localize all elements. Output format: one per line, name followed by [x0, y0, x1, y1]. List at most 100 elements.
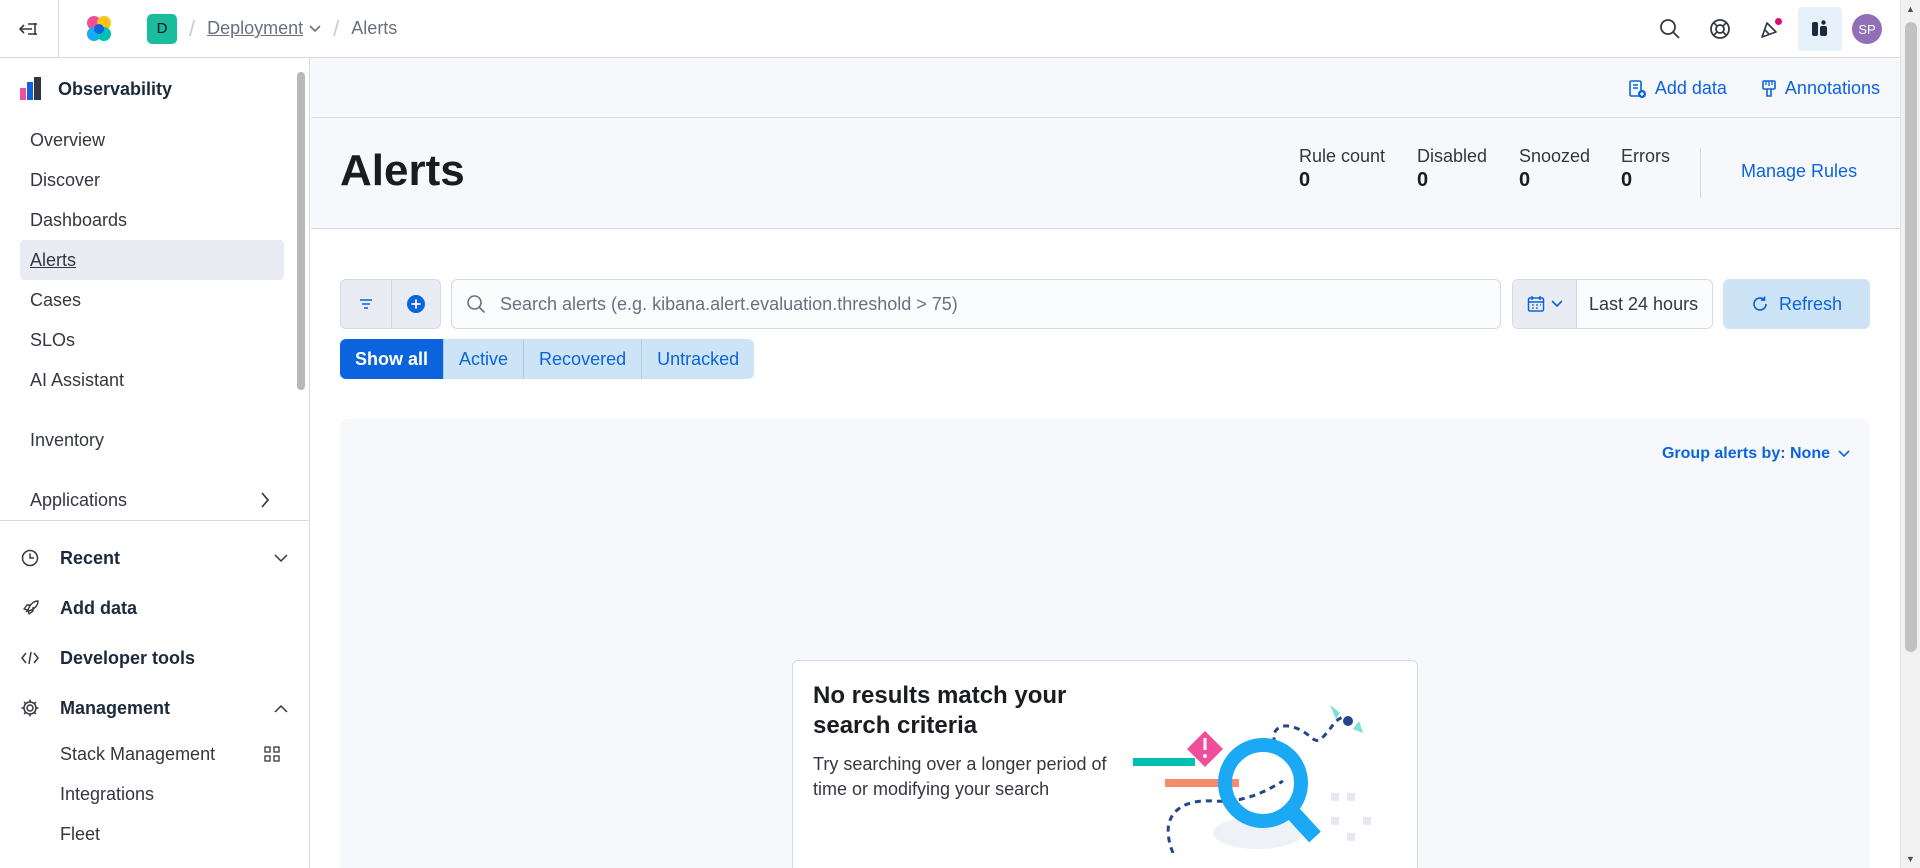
nav-item-integrations[interactable]: Integrations	[60, 774, 300, 814]
page-scrollbar-thumb[interactable]	[1905, 22, 1917, 652]
brush-icon	[1762, 79, 1776, 97]
stat-snoozed: Snoozed 0	[1519, 146, 1621, 192]
date-picker: Last 24 hours	[1512, 279, 1713, 329]
nav-item-applications-label: Applications	[30, 490, 128, 510]
nav-section-management-label: Management	[60, 697, 171, 718]
nav-item-stack-management-label: Stack Management	[60, 743, 216, 764]
stat-rule-count-label: Rule count	[1299, 146, 1386, 166]
collapse-nav-icon	[19, 22, 37, 35]
nav-item-ai-assistant[interactable]: AI Assistant	[20, 360, 284, 400]
gear-icon	[21, 699, 39, 717]
nav-item-overview[interactable]: Overview	[20, 120, 284, 160]
user-avatar[interactable]: SP	[1852, 14, 1882, 44]
status-active-button[interactable]: Active	[443, 339, 524, 379]
empty-state-title: No results match your search criteria	[813, 682, 1067, 739]
plus-circle-icon	[406, 295, 425, 313]
elastic-logo-icon	[87, 15, 111, 41]
ai-assistant-button[interactable]	[1798, 7, 1842, 51]
alert-status-filter: Show all Active Recovered Untracked	[340, 339, 755, 379]
status-recovered-button[interactable]: Recovered	[523, 339, 642, 379]
add-filter-button[interactable]	[390, 280, 441, 328]
solution-title: Observability	[58, 78, 173, 99]
nav-section-management[interactable]: Management	[0, 688, 310, 728]
nav-item-alerts[interactable]: Alerts	[20, 240, 284, 280]
nav-section-developer-tools-label: Developer tools	[60, 647, 196, 668]
breadcrumb-separator: /	[333, 15, 340, 41]
nav-section-developer-tools[interactable]: Developer tools	[0, 638, 310, 678]
chevron-down-icon	[1838, 450, 1850, 458]
quick-select-button[interactable]	[1513, 280, 1577, 328]
empty-state-card: No results match your search criteria Tr…	[792, 660, 1418, 868]
stats-separator	[1700, 148, 1701, 198]
nav-section-recent[interactable]: Recent	[0, 538, 310, 578]
no-results-illustration	[1133, 705, 1371, 853]
news-feed-button[interactable]	[1748, 7, 1792, 51]
stat-snoozed-label: Snoozed	[1519, 146, 1591, 166]
scroll-up-arrow[interactable]: ▲	[1906, 4, 1915, 14]
help-lifebuoy-icon	[1710, 19, 1730, 39]
search-icon	[467, 295, 486, 314]
chevron-down-icon	[309, 24, 321, 32]
search-button[interactable]	[1648, 7, 1692, 51]
calendar-icon	[1527, 296, 1544, 312]
nav-item-dashboards[interactable]: Dashboards	[20, 200, 284, 240]
nav-item-inventory[interactable]: Inventory	[20, 420, 284, 460]
stat-disabled: Disabled 0	[1417, 146, 1519, 192]
breadcrumb-deployment[interactable]: Deployment	[207, 18, 321, 39]
page-header-actions: Add data Annotations	[1627, 78, 1880, 99]
page-scrollbar[interactable]: ▲ ▼	[1900, 0, 1920, 868]
main-content: Add data Annotations Alerts Rule count 0…	[311, 58, 1900, 868]
search-field[interactable]: Search alerts (e.g. kibana.alert.evaluat…	[451, 279, 1501, 329]
nav-item-slos[interactable]: SLOs	[20, 320, 284, 360]
help-button[interactable]	[1698, 7, 1742, 51]
header-divider	[311, 117, 1900, 118]
status-untracked-button[interactable]: Untracked	[641, 339, 755, 379]
annotations-link[interactable]: Annotations	[1761, 78, 1880, 99]
refresh-label: Refresh	[1778, 293, 1843, 314]
manage-rules-link[interactable]: Manage Rules	[1741, 161, 1857, 182]
nav-divider	[0, 520, 310, 521]
notification-dot	[1773, 16, 1784, 27]
solution-header[interactable]: Observability	[0, 58, 310, 120]
nav-section-recent-label: Recent	[60, 547, 121, 568]
refresh-button[interactable]: Refresh	[1723, 279, 1870, 329]
breadcrumb-alerts: Alerts	[351, 18, 398, 38]
status-show-all-button[interactable]: Show all	[340, 339, 444, 379]
chevron-down-icon	[1550, 300, 1563, 308]
nav-item-applications[interactable]: Applications	[20, 480, 284, 520]
apps-grid-icon	[264, 746, 280, 762]
collapse-nav-button[interactable]	[0, 0, 59, 58]
stat-errors-value: 0	[1621, 169, 1633, 191]
stat-rule-count-value: 0	[1299, 169, 1311, 191]
alerts-results-panel: Group alerts by: None No results match y…	[340, 419, 1870, 868]
time-range-label[interactable]: Last 24 hours	[1577, 294, 1698, 315]
filter-controls	[340, 279, 441, 329]
observability-logo-icon	[20, 77, 41, 100]
nav-scrollbar-thumb[interactable]	[297, 72, 305, 390]
nav-section-add-data[interactable]: Add data	[0, 588, 310, 628]
nav-item-stack-management[interactable]: Stack Management	[60, 734, 300, 774]
annotations-label: Annotations	[1784, 78, 1880, 98]
stat-disabled-value: 0	[1417, 169, 1429, 191]
space-avatar[interactable]: D	[147, 13, 177, 44]
add-data-link[interactable]: Add data	[1627, 78, 1727, 99]
elastic-logo[interactable]	[83, 0, 129, 58]
nav-item-fleet[interactable]: Fleet	[60, 814, 300, 854]
ai-assistant-icon	[1812, 20, 1827, 36]
search-placeholder: Search alerts (e.g. kibana.alert.evaluat…	[500, 293, 958, 314]
page-header: Add data Annotations Alerts Rule count 0…	[311, 58, 1900, 229]
chevron-right-icon	[261, 492, 270, 508]
code-icon	[21, 651, 39, 665]
nav-item-cases[interactable]: Cases	[20, 280, 284, 320]
nav-scrollbar[interactable]	[297, 72, 305, 452]
filter-options-button[interactable]	[341, 280, 391, 328]
group-alerts-by-button[interactable]: Group alerts by: None	[1662, 445, 1850, 463]
clock-icon	[21, 549, 39, 567]
stat-snoozed-value: 0	[1519, 169, 1531, 191]
stat-errors: Errors 0	[1621, 146, 1691, 192]
filter-icon	[359, 299, 372, 309]
nav-item-discover[interactable]: Discover	[20, 160, 284, 200]
scroll-down-arrow[interactable]: ▼	[1906, 854, 1915, 864]
group-alerts-by-label: Group alerts by: None	[1661, 445, 1830, 462]
header-actions: SP	[1648, 0, 1900, 58]
